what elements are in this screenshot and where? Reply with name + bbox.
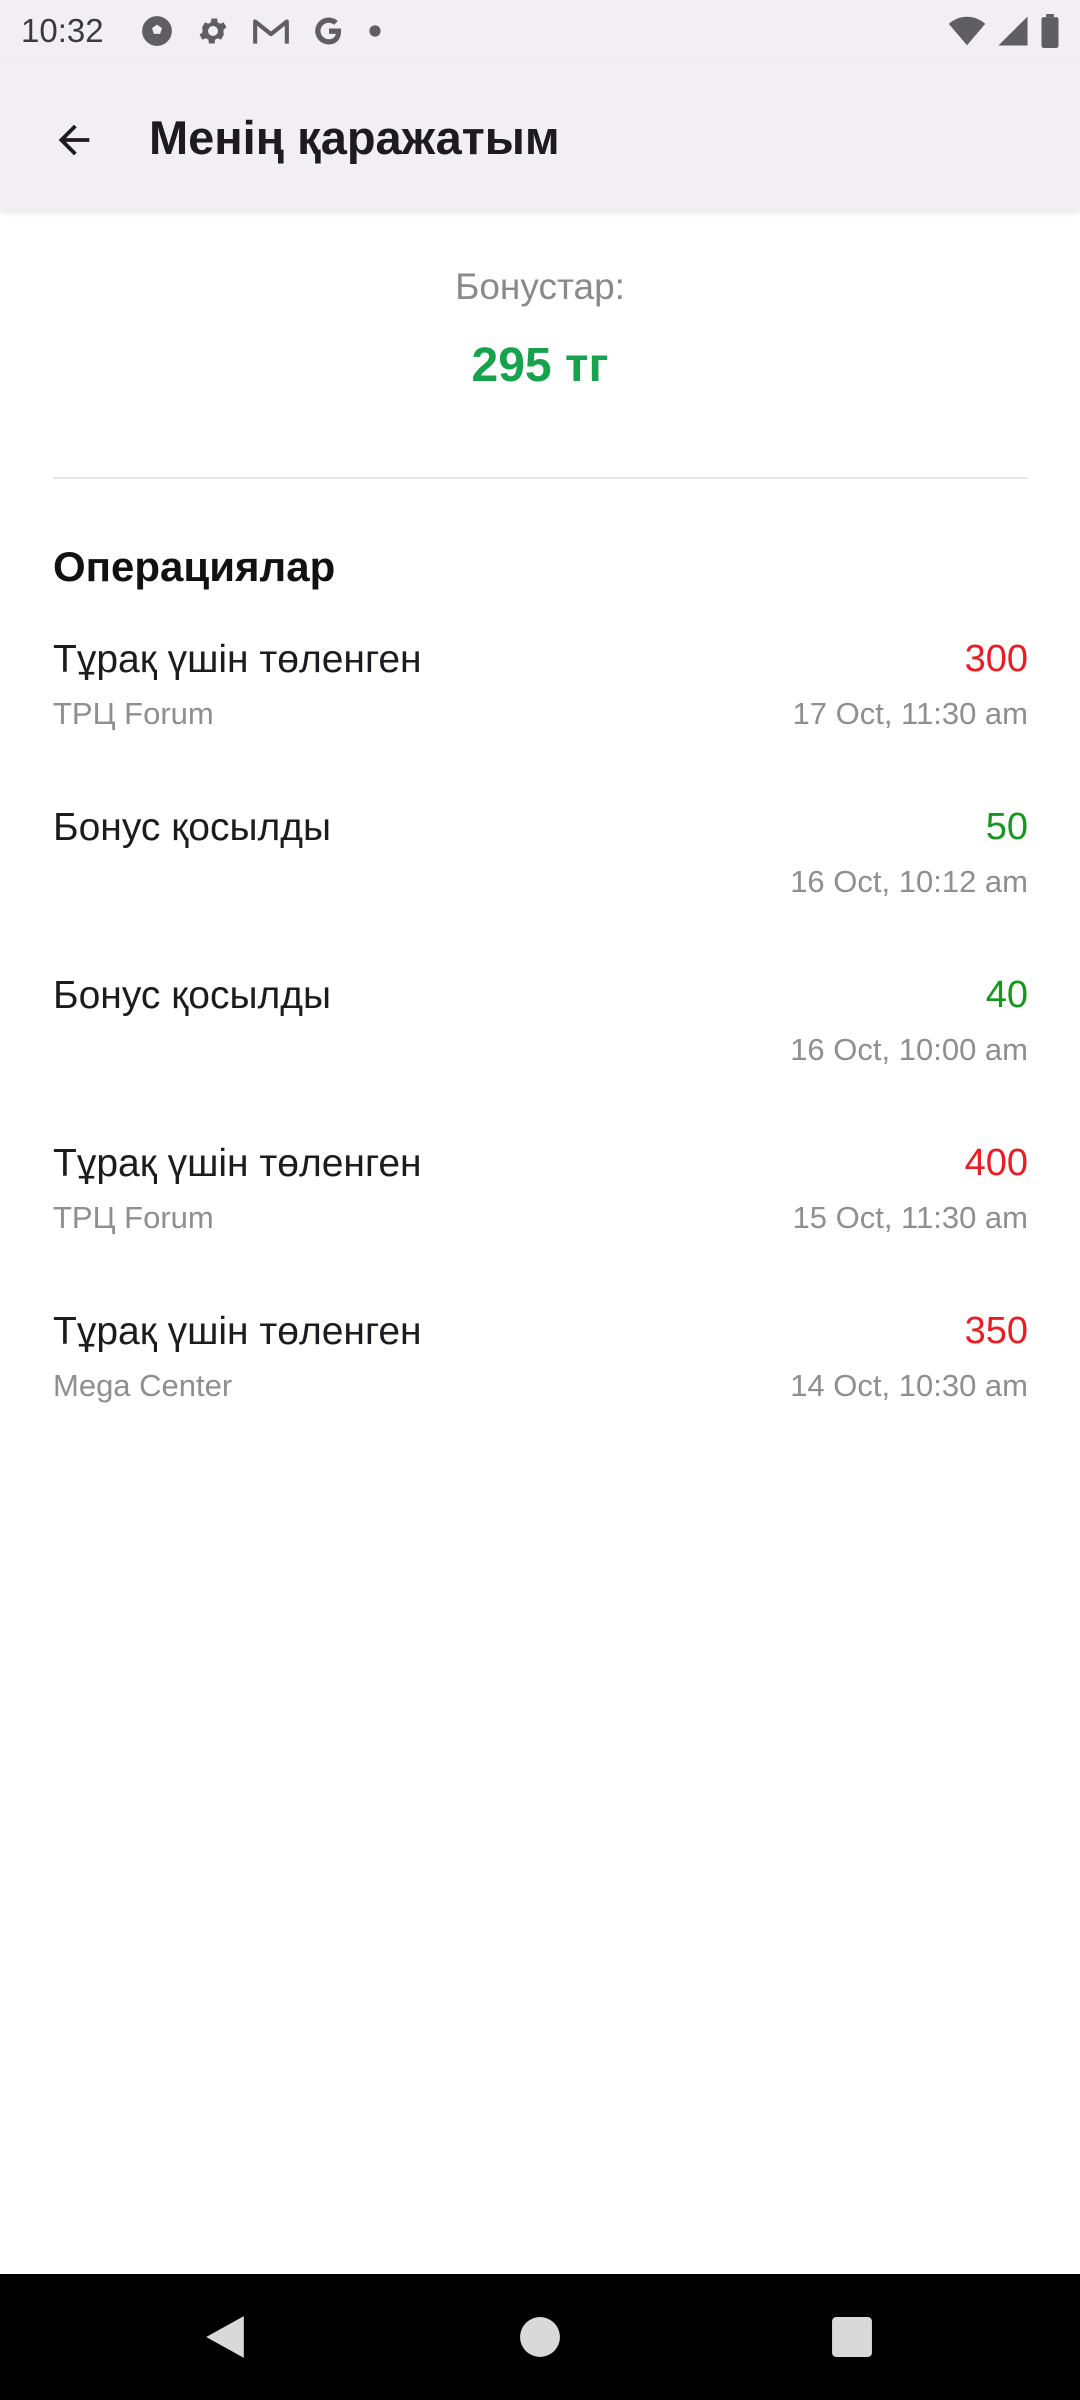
operation-date: 14 Oct, 10:30 am (790, 1368, 1028, 1403)
arrow-left-icon (58, 124, 89, 155)
operation-title: Бонус қосылды (53, 974, 332, 1017)
operation-row[interactable]: Бонус қосылды 40 16 Oct, 10:00 am (53, 966, 1028, 1134)
operation-place: ТРЦ Forum (53, 1200, 214, 1235)
operation-date: 16 Oct, 10:12 am (790, 864, 1028, 899)
operation-title: Тұрақ үшін төленген (53, 1310, 422, 1353)
operation-date: 17 Oct, 11:30 am (792, 696, 1029, 731)
system-navigation-bar (0, 2274, 1080, 2400)
gmail-icon (253, 19, 289, 44)
notification-icons (140, 12, 382, 50)
operations-heading: Операциялар (53, 543, 336, 590)
bonus-value: 295 тг (471, 339, 609, 392)
nav-back-button[interactable] (195, 2307, 255, 2367)
battery-icon (1041, 14, 1059, 48)
operation-amount: 300 (964, 638, 1028, 680)
operation-row[interactable]: Бонус қосылды 50 16 Oct, 10:12 am (53, 798, 1028, 966)
back-triangle-icon (206, 2316, 244, 2358)
system-icons (948, 13, 1060, 49)
wifi-icon (948, 16, 986, 46)
operation-title: Тұрақ үшін төленген (53, 1142, 422, 1185)
operation-place: ТРЦ Forum (53, 696, 214, 731)
operation-date: 16 Oct, 10:00 am (790, 1032, 1028, 1067)
status-bar: 10:32 (0, 0, 1080, 62)
operation-row[interactable]: Тұрақ үшін төленген Mega Center 350 14 O… (53, 1302, 1028, 1470)
gear-icon (199, 18, 227, 44)
operation-row[interactable]: Тұрақ үшін төленген ТРЦ Forum 400 15 Oct… (53, 1134, 1028, 1302)
operation-amount: 400 (964, 1142, 1028, 1184)
dot-icon (369, 25, 381, 37)
nav-recents-button[interactable] (822, 2307, 882, 2367)
app-bar: Менің қаражатым (0, 62, 1080, 210)
operation-row[interactable]: Тұрақ үшін төленген ТРЦ Forum 300 17 Oct… (53, 630, 1028, 798)
page-title: Менің қаражатым (149, 111, 560, 164)
status-time: 10:32 (21, 12, 104, 49)
soccer-ball-icon (142, 16, 172, 46)
nav-home-button[interactable] (510, 2307, 570, 2367)
operation-amount: 350 (964, 1310, 1028, 1352)
cellular-signal-icon (998, 16, 1028, 46)
back-button[interactable] (36, 102, 111, 177)
divider (53, 477, 1028, 479)
operation-title: Тұрақ үшін төленген (53, 638, 422, 681)
bonus-label: Бонустар: (455, 266, 625, 307)
operations-list: Тұрақ үшін төленген ТРЦ Forum 300 17 Oct… (53, 630, 1028, 1470)
google-icon (315, 17, 342, 45)
operation-amount: 40 (985, 974, 1028, 1016)
operation-date: 15 Oct, 11:30 am (792, 1200, 1029, 1235)
recents-square-icon (832, 2317, 872, 2357)
operation-title: Бонус қосылды (53, 806, 332, 849)
operation-place: Mega Center (53, 1368, 233, 1403)
operation-amount: 50 (985, 806, 1028, 848)
home-circle-icon (520, 2317, 560, 2357)
